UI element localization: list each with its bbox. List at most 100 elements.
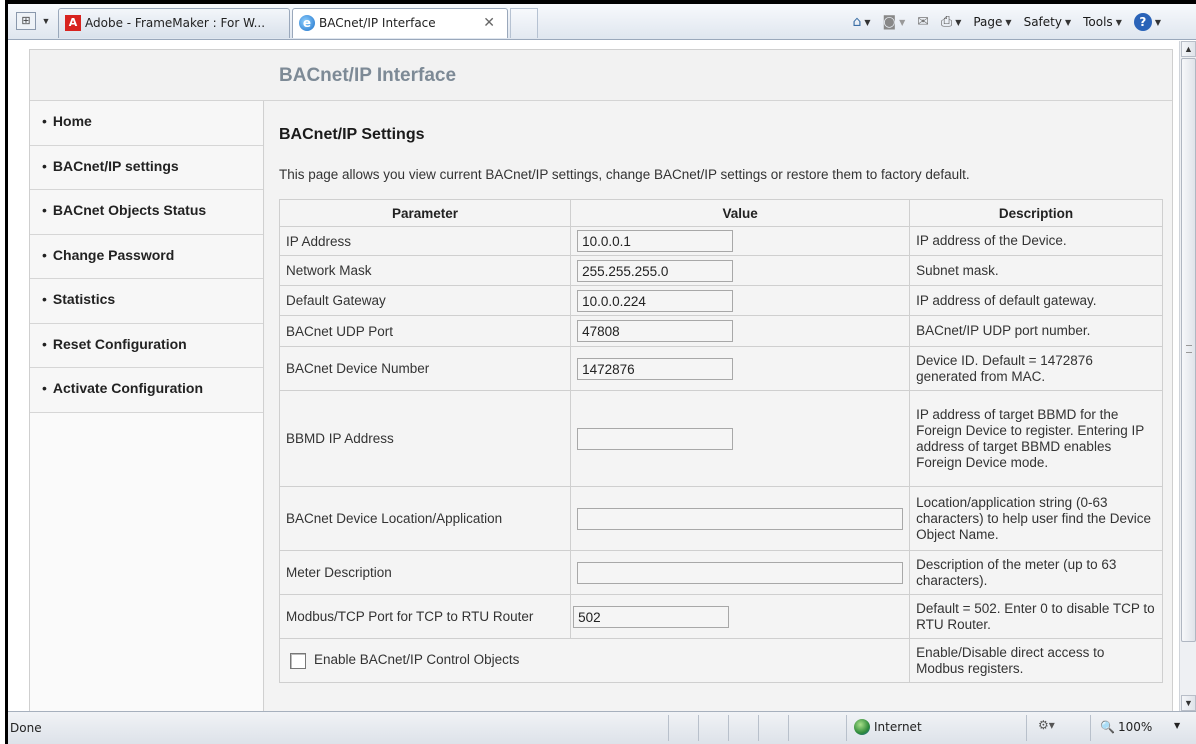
table-header-row: Parameter Value Description bbox=[278, 199, 1163, 227]
param-label: BACnet Device Number bbox=[278, 346, 572, 391]
mail-icon: ✉ bbox=[917, 14, 929, 30]
tab-bacnet-interface[interactable]: e BACnet/IP Interface ✕ bbox=[292, 8, 508, 38]
page-header: BACnet/IP Interface bbox=[30, 50, 1172, 101]
help-icon: ? bbox=[1133, 13, 1152, 31]
window-frame-left bbox=[0, 0, 8, 744]
ip-address-field[interactable]: 10.0.0.1 bbox=[577, 230, 734, 252]
protected-mode-icon[interactable]: ⚙▾ bbox=[1038, 718, 1055, 732]
bullet: • bbox=[42, 202, 47, 218]
page-menu[interactable]: Page ▼ bbox=[970, 11, 1014, 33]
nav-item-label: Activate Configuration bbox=[52, 380, 204, 396]
param-label: Default Gateway bbox=[278, 285, 572, 316]
table-row: Enable BACnet/IP Control Objects Enable/… bbox=[278, 638, 1163, 683]
zoom-level[interactable]: 🔍 100% bbox=[1100, 720, 1152, 734]
safety-menu-label: Safety bbox=[1023, 15, 1062, 29]
tab-framemaker[interactable]: A Adobe - FrameMaker : For W... bbox=[58, 8, 290, 38]
chevron-down-icon: ▼ bbox=[955, 17, 962, 27]
zoom-icon: 🔍 bbox=[1100, 720, 1115, 734]
bacnet-udp-port-field[interactable]: 47808 bbox=[577, 320, 734, 342]
table-row: BACnet Device Location/Application Locat… bbox=[278, 486, 1163, 551]
new-tab-button[interactable] bbox=[510, 8, 538, 38]
table-row: BBMD IP Address IP address of target BBM… bbox=[278, 390, 1163, 487]
param-description: Enable/Disable direct access to Modbus r… bbox=[909, 638, 1163, 683]
status-divider bbox=[1090, 715, 1091, 741]
param-label: BBMD IP Address bbox=[278, 390, 572, 487]
network-mask-field[interactable]: 255.255.255.0 bbox=[577, 259, 734, 282]
nav-item-bacnet-ip-settings[interactable]: • BACnet/IP settings bbox=[30, 145, 263, 190]
chevron-down-icon: ▼ bbox=[1154, 17, 1161, 27]
param-description: BACnet/IP UDP port number. bbox=[909, 315, 1163, 347]
bullet: • bbox=[42, 291, 47, 307]
status-divider bbox=[668, 715, 669, 741]
safety-menu[interactable]: Safety ▼ bbox=[1021, 11, 1075, 33]
read-mail-button[interactable]: ✉ bbox=[914, 11, 932, 33]
tab-label: Adobe - FrameMaker : For W... bbox=[85, 16, 266, 30]
table-row: Meter Description Description of the met… bbox=[278, 550, 1163, 595]
bacnet-device-number-field[interactable]: 1472876 bbox=[577, 357, 734, 380]
zone-label: Internet bbox=[874, 720, 922, 734]
nav-item-statistics[interactable]: • Statistics bbox=[30, 279, 263, 324]
scrollbar-thumb[interactable] bbox=[1181, 58, 1196, 642]
chevron-down-icon: ▼ bbox=[899, 17, 906, 27]
param-description: IP address of target BBMD for the Foreig… bbox=[909, 390, 1163, 487]
nav-item-home[interactable]: • Home bbox=[30, 101, 263, 146]
checkbox-cell: Enable BACnet/IP Control Objects bbox=[278, 638, 911, 683]
column-header-parameter: Parameter bbox=[278, 199, 572, 227]
chevron-down-icon: ▼ bbox=[1005, 17, 1012, 27]
status-text: Done bbox=[10, 721, 42, 735]
param-label: IP Address bbox=[278, 226, 572, 256]
param-description: IP address of the Device. bbox=[909, 226, 1163, 256]
chevron-down-icon: ▼ bbox=[1115, 17, 1122, 27]
nav-item-label: Change Password bbox=[52, 246, 175, 263]
modbus-tcp-port-field[interactable]: 502 bbox=[573, 605, 730, 628]
default-gateway-field[interactable]: 10.0.0.224 bbox=[577, 289, 734, 312]
status-divider bbox=[728, 715, 729, 741]
home-icon: ⌂ bbox=[852, 14, 862, 30]
scroll-down-button[interactable]: ▼ bbox=[1181, 695, 1196, 711]
tools-menu[interactable]: Tools ▼ bbox=[1080, 11, 1125, 33]
table-row: Modbus/TCP Port for TCP to RTU Router 50… bbox=[278, 594, 1163, 639]
nav-item-change-password[interactable]: • Change Password bbox=[30, 234, 263, 279]
bullet: • bbox=[42, 157, 47, 174]
printer-icon: ⎙ bbox=[941, 14, 953, 30]
nav-item-reset-configuration[interactable]: • Reset Configuration bbox=[30, 323, 263, 368]
bullet: • bbox=[42, 380, 47, 396]
param-label: Network Mask bbox=[278, 255, 572, 286]
param-description: Location/application string (0-63 charac… bbox=[909, 486, 1163, 551]
scroll-up-button[interactable]: ▲ bbox=[1181, 41, 1196, 57]
nav-item-activate-configuration[interactable]: • Activate Configuration bbox=[30, 368, 263, 413]
status-divider bbox=[788, 715, 789, 741]
feeds-button[interactable]: ◙ ▼ bbox=[880, 11, 909, 33]
status-divider bbox=[758, 715, 759, 741]
param-label: Modbus/TCP Port for TCP to RTU Router bbox=[278, 594, 572, 639]
page-menu-label: Page bbox=[973, 15, 1003, 29]
table-row: BACnet UDP Port 47808 BACnet/IP UDP port… bbox=[278, 315, 1163, 347]
param-label: Meter Description bbox=[278, 550, 572, 595]
device-location-field[interactable] bbox=[577, 507, 904, 530]
enable-control-objects-checkbox[interactable] bbox=[290, 652, 306, 669]
meter-description-field[interactable] bbox=[577, 561, 904, 584]
browser-viewport: BACnet/IP Interface • Home • BACnet/IP set… bbox=[11, 41, 1179, 711]
bbmd-ip-address-field[interactable] bbox=[577, 427, 734, 450]
page-title: BACnet/IP Interface bbox=[279, 65, 457, 86]
help-menu[interactable]: ? ▼ bbox=[1131, 11, 1164, 33]
param-description: Description of the meter (up to 63 chara… bbox=[909, 550, 1163, 595]
home-button[interactable]: ⌂ ▼ bbox=[849, 11, 873, 33]
section-title: BACnet/IP Settings bbox=[279, 126, 425, 143]
tools-menu-label: Tools bbox=[1083, 15, 1113, 29]
command-bar: ⌂ ▼ ◙ ▼ ✉ ⎙ ▼ Page ▼ Safety ▼ Tools ▼ ? ▼ bbox=[849, 10, 1164, 34]
chevron-down-icon[interactable]: ▼ bbox=[1174, 721, 1180, 730]
checkbox-label: Enable BACnet/IP Control Objects bbox=[314, 652, 520, 668]
param-description: IP address of default gateway. bbox=[909, 285, 1163, 316]
security-zone[interactable]: Internet bbox=[854, 719, 922, 735]
table-row: IP Address 10.0.0.1 IP address of the De… bbox=[278, 226, 1163, 256]
quick-tabs-icon[interactable]: ⊞ bbox=[16, 12, 36, 30]
nav-item-label: Reset Configuration bbox=[52, 335, 187, 352]
column-header-description: Description bbox=[909, 199, 1163, 227]
nav-item-bacnet-objects-status[interactable]: • BACnet Objects Status bbox=[30, 190, 263, 235]
print-button[interactable]: ⎙ ▼ bbox=[938, 11, 964, 33]
close-tab-icon[interactable]: ✕ bbox=[483, 9, 495, 37]
tab-list-dropdown[interactable]: ▼ bbox=[38, 12, 54, 30]
nav-item-label: BACnet/IP settings bbox=[52, 157, 179, 174]
vertical-scrollbar[interactable]: ▲ ▼ bbox=[1179, 41, 1196, 711]
